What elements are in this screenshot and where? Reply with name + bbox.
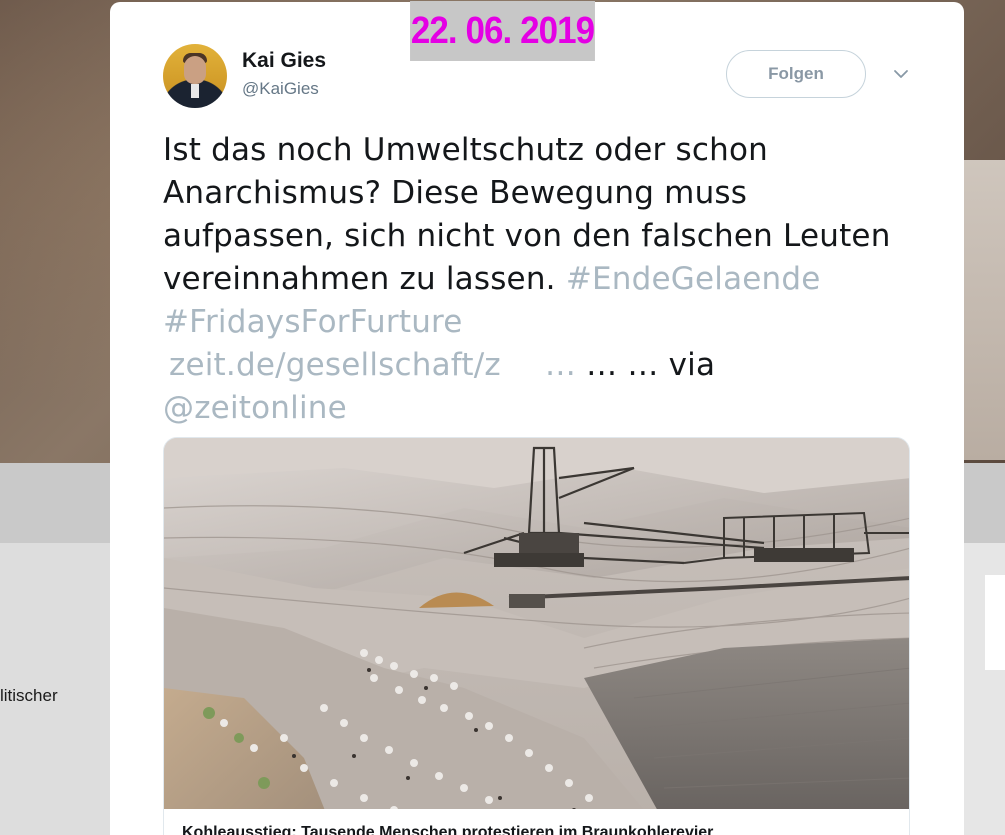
article-link-ellipsis[interactable]: … — [545, 347, 576, 383]
avatar-face — [184, 56, 206, 84]
tweet-text-line: vereinnahmen zu lassen. #EndeGelaende — [163, 258, 923, 301]
author-handle[interactable]: @KaiGies — [242, 79, 319, 99]
mention-link[interactable]: @zeitonline — [163, 390, 347, 426]
hashtag-link[interactable]: #FridaysForFurture — [163, 304, 463, 340]
tweet-text-fragment: … … via — [576, 347, 716, 383]
tweet-text-line: #FridaysForFurture — [163, 301, 923, 344]
avatar-collar — [191, 84, 199, 98]
tweet-text-line: zeit.de/gesellschaft/z … … … via — [163, 344, 923, 387]
date-stamp: 22. 06. 2019 — [410, 1, 595, 61]
tweet-text-line: aufpassen, sich nicht von den falschen L… — [163, 218, 891, 254]
author-name[interactable]: Kai Gies — [242, 49, 326, 73]
tweet-text-line: Anarchismus? Diese Bewegung muss — [163, 175, 748, 211]
hashtag-link[interactable]: #EndeGelaende — [566, 261, 821, 297]
tweet-text-line: Ist das noch Umweltschutz oder schon — [163, 132, 768, 168]
avatar[interactable] — [163, 44, 227, 108]
sidebar-bio-text: litischer — [0, 686, 58, 705]
article-link[interactable]: zeit.de/gesellschaft/z — [169, 347, 501, 383]
tweet-text-line: @zeitonline — [163, 387, 923, 430]
right-column-card — [985, 575, 1005, 670]
opencast-mine-photo — [164, 438, 909, 835]
tweet-text-fragment: vereinnahmen zu lassen. — [163, 261, 556, 297]
follow-button[interactable]: Folgen — [726, 50, 866, 98]
tweet-text: Ist das noch Umweltschutz oder schon Ana… — [163, 129, 923, 430]
chevron-down-icon[interactable] — [892, 65, 910, 83]
link-card-title[interactable]: Kohleausstieg: Tausende Menschen protest… — [163, 809, 910, 835]
link-card-image[interactable] — [163, 437, 910, 835]
